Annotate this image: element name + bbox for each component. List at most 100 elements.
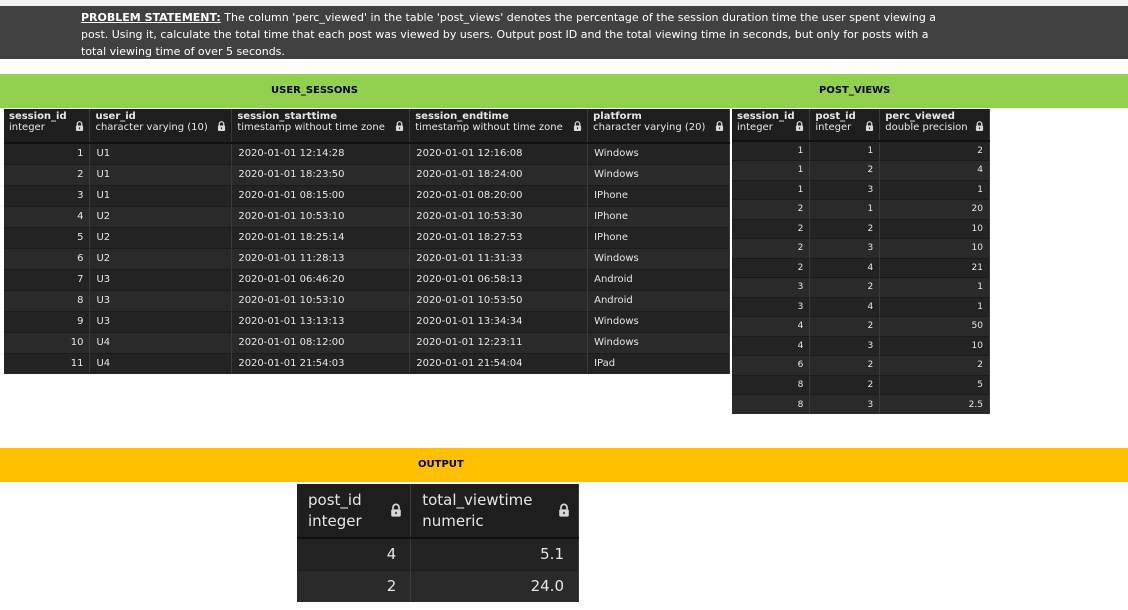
table-row[interactable]: 10 U4 2020-01-01 08:12:00 2020-01-01 12:23:…: [4, 331, 730, 353]
table-cell[interactable]: U3: [89, 310, 233, 332]
table-cell[interactable]: 8: [732, 374, 811, 395]
column-header-total-viewtime[interactable]: total_viewtime numeric: [410, 484, 579, 539]
table-row[interactable]: 825: [732, 374, 990, 395]
table-row[interactable]: 2 3 10: [732, 238, 990, 258]
table-row[interactable]: 131: [732, 179, 990, 200]
table-cell[interactable]: 2020-01-01 18:25:14: [231, 226, 411, 248]
table-cell[interactable]: 8: [732, 394, 811, 414]
column-header-session-id[interactable]: session_id integer: [4, 109, 91, 144]
table-cell[interactable]: IPhone: [587, 184, 730, 206]
table-cell[interactable]: 2: [809, 277, 881, 297]
table-cell[interactable]: 4: [879, 160, 990, 180]
table-cell[interactable]: U1: [89, 163, 233, 185]
table-cell[interactable]: 2020-01-01 21:54:03: [231, 352, 411, 374]
table-cell[interactable]: 2020-01-01 10:53:30: [409, 205, 589, 227]
table-cell[interactable]: 3: [732, 296, 811, 317]
table-cell[interactable]: 2: [809, 355, 881, 375]
table-cell[interactable]: Windows: [587, 310, 730, 332]
table-cell[interactable]: 10: [879, 335, 990, 356]
table-cell[interactable]: 4: [809, 296, 881, 317]
table-cell[interactable]: 2: [809, 316, 881, 336]
table-row[interactable]: 3 U1 2020-01-01 08:15:00 2020-01-01 08:20:0…: [4, 184, 730, 206]
table-cell[interactable]: 50: [879, 316, 990, 336]
table-cell[interactable]: U2: [89, 205, 233, 227]
table-cell[interactable]: 8: [4, 289, 91, 311]
column-header-perc-viewed[interactable]: perc_viewed double precision: [879, 109, 990, 142]
table-cell[interactable]: 2: [4, 163, 91, 185]
table-cell[interactable]: 2: [297, 569, 412, 602]
table-cell[interactable]: 1: [809, 199, 881, 219]
table-cell[interactable]: 1: [879, 179, 990, 200]
column-header-session-endtime[interactable]: session_endtime timestamp without time zo…: [409, 109, 589, 144]
table-row[interactable]: 124: [732, 160, 990, 180]
table-row[interactable]: 2 U1 2020-01-01 18:23:50 2020-01-01 18:24:0…: [4, 163, 730, 185]
table-cell[interactable]: 2020-01-01 12:23:11: [409, 331, 589, 353]
table-row[interactable]: 7 U3 2020-01-01 06:46:20 2020-01-01 06:58:1…: [4, 268, 730, 290]
table-cell[interactable]: 11: [4, 352, 91, 374]
table-cell[interactable]: 4: [732, 335, 811, 356]
table-cell[interactable]: 2: [879, 140, 990, 161]
table-row[interactable]: 622: [732, 355, 990, 375]
table-cell[interactable]: Windows: [587, 331, 730, 353]
table-cell[interactable]: U1: [89, 184, 233, 206]
table-cell[interactable]: 2: [732, 238, 811, 258]
table-row[interactable]: 9 U3 2020-01-01 13:13:13 2020-01-01 13:34:3…: [4, 310, 730, 332]
table-row[interactable]: 4 U2 2020-01-01 10:53:10 2020-01-01 10:53:3…: [4, 205, 730, 227]
table-cell[interactable]: U4: [89, 352, 233, 374]
table-row[interactable]: 2 1 20: [732, 199, 990, 219]
table-cell[interactable]: 2020-01-01 10:53:50: [409, 289, 589, 311]
table-cell[interactable]: U3: [89, 289, 233, 311]
table-cell[interactable]: 4: [732, 316, 811, 336]
table-row[interactable]: 11 U4 2020-01-01 21:54:03 2020-01-01 21:54:…: [4, 352, 730, 374]
table-cell[interactable]: 10: [879, 238, 990, 258]
table-cell[interactable]: 5: [879, 374, 990, 395]
table-row[interactable]: 4 2 50: [732, 316, 990, 336]
table-cell[interactable]: IPhone: [587, 226, 730, 248]
table-row[interactable]: 2 24.0: [297, 569, 579, 602]
table-cell[interactable]: 2020-01-01 13:34:34: [409, 310, 589, 332]
table-row[interactable]: 4 3 10: [732, 335, 990, 356]
table-cell[interactable]: 2020-01-01 11:28:13: [231, 247, 411, 269]
table-cell[interactable]: U2: [89, 247, 233, 269]
table-row[interactable]: 321: [732, 277, 990, 297]
table-cell[interactable]: 3: [4, 184, 91, 206]
table-cell[interactable]: 9: [4, 310, 91, 332]
table-cell[interactable]: 2.5: [879, 394, 990, 414]
table-cell[interactable]: Windows: [587, 247, 730, 269]
table-cell[interactable]: 1: [879, 296, 990, 317]
table-cell[interactable]: Windows: [587, 142, 730, 164]
table-row[interactable]: 112: [732, 140, 990, 161]
table-cell[interactable]: 2020-01-01 06:46:20: [231, 268, 411, 290]
table-cell[interactable]: 3: [809, 179, 881, 200]
table-cell[interactable]: 2: [732, 199, 811, 219]
table-cell[interactable]: 2020-01-01 06:58:13: [409, 268, 589, 290]
table-cell[interactable]: 2020-01-01 12:16:08: [409, 142, 589, 164]
table-cell[interactable]: 21: [879, 257, 990, 278]
table-cell[interactable]: 2020-01-01 18:24:00: [409, 163, 589, 185]
table-cell[interactable]: 5: [4, 226, 91, 248]
table-cell[interactable]: 1: [732, 140, 811, 161]
table-cell[interactable]: 10: [879, 218, 990, 239]
table-cell[interactable]: Android: [587, 289, 730, 311]
table-cell[interactable]: 20: [879, 199, 990, 219]
table-cell[interactable]: U3: [89, 268, 233, 290]
table-row[interactable]: 8 3 2.5: [732, 394, 990, 414]
table-cell[interactable]: 2020-01-01 13:13:13: [231, 310, 411, 332]
table-cell[interactable]: 1: [4, 142, 91, 164]
table-cell[interactable]: 2020-01-01 21:54:04: [409, 352, 589, 374]
table-cell[interactable]: 2020-01-01 08:20:00: [409, 184, 589, 206]
table-cell[interactable]: 2: [809, 218, 881, 239]
table-cell[interactable]: 6: [4, 247, 91, 269]
table-cell[interactable]: 2: [879, 355, 990, 375]
table-cell[interactable]: 3: [732, 277, 811, 297]
table-cell[interactable]: 2: [732, 257, 811, 278]
table-cell[interactable]: 1: [732, 179, 811, 200]
table-cell[interactable]: IPad: [587, 352, 730, 374]
table-cell[interactable]: 2020-01-01 10:53:10: [231, 289, 411, 311]
table-cell[interactable]: 2020-01-01 18:23:50: [231, 163, 411, 185]
table-row[interactable]: 1 U1 2020-01-01 12:14:28 2020-01-01 12:16:0…: [4, 142, 730, 164]
table-cell[interactable]: 3: [809, 335, 881, 356]
table-cell[interactable]: 10: [4, 331, 91, 353]
table-cell[interactable]: 2020-01-01 12:14:28: [231, 142, 411, 164]
table-cell[interactable]: 4: [297, 537, 412, 570]
